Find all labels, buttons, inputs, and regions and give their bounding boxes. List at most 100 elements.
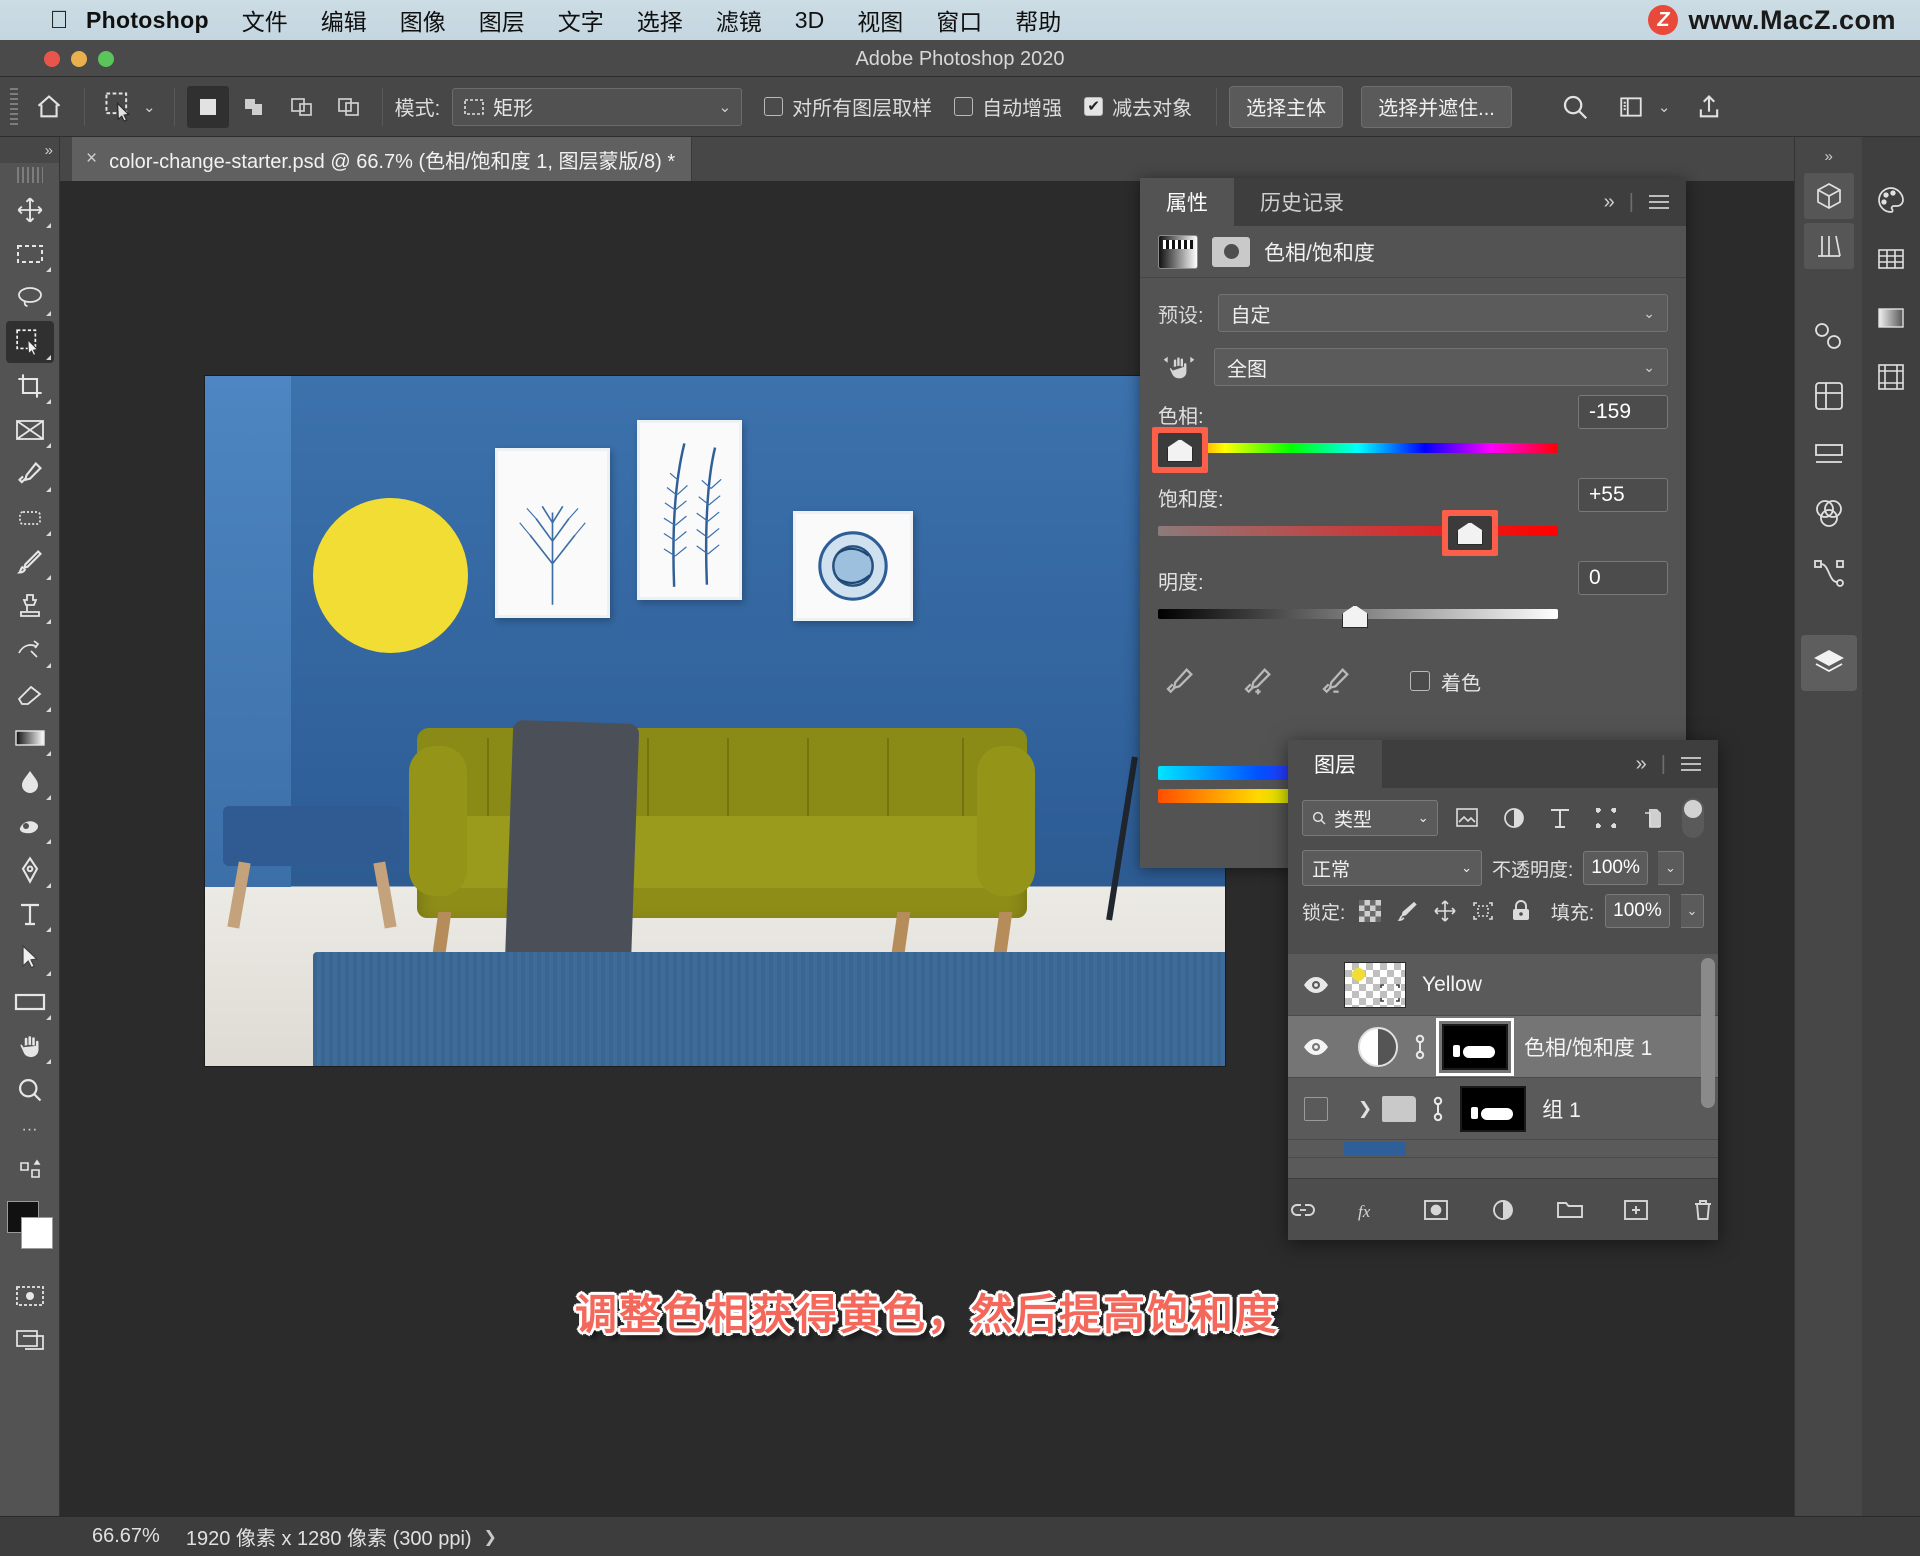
shape-layer-filter-icon[interactable] (1590, 801, 1623, 835)
document-tab[interactable]: × color-change-starter.psd @ 66.7% (色相/饱… (72, 137, 693, 181)
range-select[interactable]: 全图 ⌄ (1214, 348, 1668, 386)
adjustment-layer-filter-icon[interactable] (1497, 801, 1530, 835)
crop-tool-icon[interactable] (6, 365, 54, 407)
hand-tool-icon[interactable] (6, 1025, 54, 1067)
lasso-tool-icon[interactable] (6, 277, 54, 319)
link-mask-icon[interactable] (1406, 1033, 1434, 1061)
hue-value-input[interactable]: -159 (1578, 395, 1668, 429)
tab-properties[interactable]: 属性 (1140, 178, 1234, 226)
subtract-object-checkbox[interactable]: 减去对象 (1084, 92, 1192, 121)
lightness-value-input[interactable]: 0 (1578, 561, 1668, 595)
layer-mask-thumbnail[interactable] (1460, 1085, 1527, 1132)
quick-selection-tool-icon[interactable] (5, 321, 54, 363)
layer-name[interactable]: 色相/饱和度 1 (1524, 1032, 1652, 1062)
panel-menu-icon[interactable] (1680, 756, 1702, 772)
opacity-stepper-icon[interactable]: ⌄ (1657, 851, 1684, 885)
clone-stamp-tool-icon[interactable] (6, 585, 54, 627)
blur-tool-icon[interactable] (6, 761, 54, 803)
collapse-panel-icon[interactable]: » (1604, 191, 1615, 214)
menu-item-type[interactable]: 文字 (558, 3, 604, 37)
quick-mask-icon[interactable] (6, 1275, 54, 1317)
adjustment-layer-thumbnail[interactable] (1358, 1026, 1398, 1067)
adjustments-panel-icon[interactable] (1801, 309, 1857, 365)
opacity-value-input[interactable]: 100% (1583, 851, 1648, 885)
zoom-tool-icon[interactable] (6, 1069, 54, 1111)
zoom-level[interactable]: 66.67% (92, 1525, 160, 1548)
eyedropper-add-icon[interactable] (1236, 661, 1280, 701)
tool-preset-caret[interactable]: ⌄ (143, 98, 156, 116)
layer-visibility-toggle[interactable] (1288, 1096, 1344, 1121)
delete-layer-icon[interactable] (1687, 1193, 1718, 1227)
panel-menu-icon[interactable] (1648, 194, 1670, 210)
on-image-adjustment-icon[interactable] (1158, 348, 1200, 386)
menu-item-filter[interactable]: 滤镜 (716, 3, 762, 37)
home-icon[interactable] (26, 85, 72, 129)
lightness-slider-row[interactable]: 0 (1158, 561, 1668, 635)
menu-item-view[interactable]: 视图 (857, 3, 903, 37)
patterns-panel-icon[interactable] (1863, 349, 1919, 405)
mode-select[interactable]: 矩形 ⌄ (452, 87, 743, 126)
lock-artboard-icon[interactable] (1469, 896, 1496, 926)
rectangular-marquee-tool-icon[interactable] (6, 233, 54, 275)
fill-value-input[interactable]: 100% (1605, 894, 1670, 928)
group-folder-icon[interactable] (1382, 1095, 1417, 1122)
channels-panel-icon[interactable] (1801, 486, 1857, 542)
workspace-caret-icon[interactable]: ⌄ (1658, 98, 1671, 116)
menu-item-image[interactable]: 图像 (400, 3, 446, 37)
new-group-icon[interactable] (1554, 1193, 1585, 1227)
auto-enhance-checkbox[interactable]: 自动增强 (954, 92, 1062, 121)
active-tool-button[interactable]: ⌄ (97, 85, 162, 129)
menu-item-3d[interactable]: 3D (795, 7, 824, 34)
table-row-partial[interactable] (1288, 1140, 1718, 1158)
new-layer-icon[interactable] (1621, 1193, 1652, 1227)
filter-toggle-icon[interactable] (1682, 798, 1704, 838)
new-adjustment-layer-icon[interactable] (1488, 1193, 1519, 1227)
frame-tool-icon[interactable] (6, 409, 54, 451)
saturation-slider-row[interactable]: +55 (1158, 478, 1668, 556)
select-and-mask-button[interactable]: 选择并遮住... (1361, 85, 1512, 128)
lock-image-pixels-icon[interactable] (1394, 896, 1421, 926)
preset-select[interactable]: 自定 ⌄ (1217, 294, 1668, 332)
chevron-down-icon[interactable]: ⌄ (1461, 860, 1472, 876)
rectangle-tool-icon[interactable] (6, 981, 54, 1023)
apple-icon[interactable]:  (42, 7, 76, 33)
share-icon[interactable] (1686, 85, 1732, 129)
chevron-right-icon[interactable]: ❯ (1358, 1099, 1372, 1119)
3d-panel-icon[interactable] (1803, 173, 1854, 219)
app-name-menu[interactable]: Photoshop (86, 7, 209, 34)
chevron-down-icon[interactable]: ⌄ (1643, 305, 1655, 322)
tools-panel-grip[interactable] (16, 167, 43, 183)
gradient-tool-icon[interactable] (6, 717, 54, 759)
status-arrow-icon[interactable]: ❯ (484, 1527, 497, 1547)
brush-tool-icon[interactable] (6, 541, 54, 583)
paths-panel-icon[interactable] (1801, 545, 1857, 601)
background-color-swatch[interactable] (20, 1217, 53, 1249)
menu-item-file[interactable]: 文件 (242, 3, 288, 37)
styles-panel-icon[interactable] (1801, 368, 1857, 424)
colorize-checkbox[interactable]: 着色 (1410, 667, 1481, 696)
menu-item-help[interactable]: 帮助 (1015, 3, 1061, 37)
new-selection-icon[interactable] (186, 85, 229, 128)
menu-item-select[interactable]: 选择 (637, 3, 683, 37)
pen-tool-icon[interactable] (6, 849, 54, 891)
visibility-off-box[interactable] (1304, 1096, 1328, 1121)
color-panel-icon[interactable] (1863, 172, 1919, 228)
layer-thumbnail[interactable] (1344, 961, 1406, 1008)
swatches-panel-icon[interactable] (1863, 231, 1919, 287)
chevron-down-icon[interactable]: ⌄ (719, 98, 732, 116)
checkbox-box[interactable] (1084, 97, 1104, 116)
menu-item-window[interactable]: 窗口 (936, 3, 982, 37)
move-tool-icon[interactable] (6, 189, 54, 231)
gradients-panel-icon[interactable] (1863, 290, 1919, 346)
layer-visibility-toggle[interactable] (1288, 1037, 1344, 1057)
select-subject-button[interactable]: 选择主体 (1229, 85, 1344, 128)
table-row[interactable]: 色相/饱和度 1 (1288, 1016, 1718, 1078)
table-row[interactable]: ❯ 组 1 (1288, 1078, 1718, 1140)
tab-layers[interactable]: 图层 (1288, 740, 1382, 788)
intersect-selection-icon[interactable] (328, 86, 370, 128)
layers-panel-icon[interactable] (1800, 635, 1857, 691)
type-layer-filter-icon[interactable] (1543, 801, 1576, 835)
collapse-panel-icon[interactable]: » (1636, 753, 1647, 776)
layer-mask-thumbnail[interactable] (1436, 1017, 1514, 1076)
default-colors-icon[interactable] (6, 1149, 54, 1191)
